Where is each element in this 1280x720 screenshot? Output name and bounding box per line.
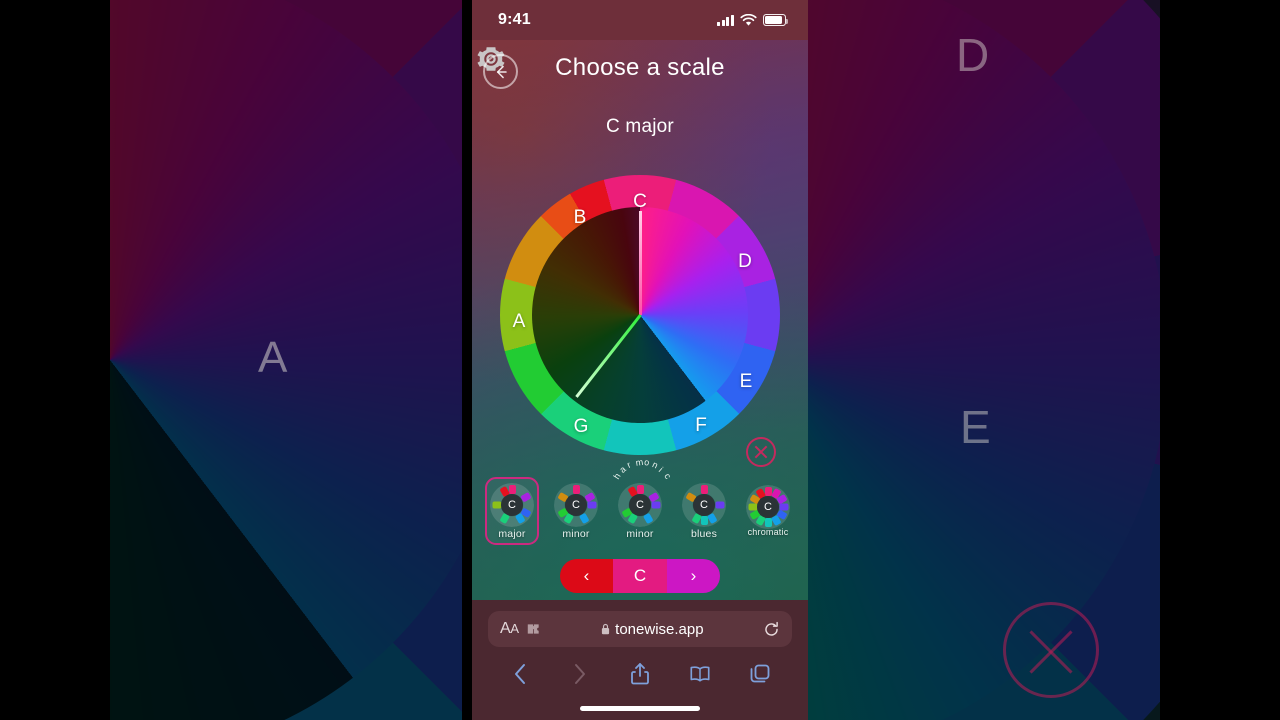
thumbnail-segment [715, 501, 724, 508]
thumbnail-segment [587, 501, 596, 508]
thumbnail-root-label: C [757, 496, 779, 518]
scale-option-chromatic[interactable]: Cchromatic [741, 477, 795, 545]
share-button[interactable] [629, 662, 651, 686]
safari-chrome: AA tonewise.app [472, 600, 808, 720]
thumbnail-segment [764, 518, 772, 527]
thumbnail-root-label: C [693, 493, 715, 516]
thumbnail-root-label: C [501, 493, 523, 516]
share-icon [631, 663, 649, 685]
chevron-right-icon [575, 664, 585, 684]
letterbox-left [0, 0, 110, 720]
note-label-g[interactable]: G [574, 416, 589, 438]
safari-toolbar [472, 653, 808, 695]
scale-option-minor[interactable]: Cminor [549, 477, 603, 545]
url-display[interactable]: tonewise.app [542, 621, 763, 638]
note-label-c[interactable]: C [633, 191, 647, 213]
thumbnail-segment [651, 501, 660, 508]
scale-thumbnail-chromatic: C [746, 485, 790, 529]
current-root-label[interactable]: C [613, 559, 667, 593]
scale-label-top: harmonic [611, 456, 674, 481]
status-bar-time: 9:41 [498, 11, 531, 28]
scale-option-blues[interactable]: Cblues [677, 477, 731, 545]
scale-thumbnail-major: C [490, 482, 534, 527]
home-indicator[interactable] [580, 706, 700, 711]
background-panel-left: A [110, 0, 472, 720]
background-left-wheel [110, 0, 472, 720]
thumbnail-segment [700, 484, 708, 494]
background-right-note-label-e: E [960, 401, 991, 453]
background-close-icon [1003, 602, 1099, 698]
tone-wheel[interactable]: C D E F G A B [488, 163, 792, 467]
scale-option-major[interactable]: Cmajor [485, 477, 539, 545]
reload-icon[interactable] [763, 621, 780, 638]
cellular-signal-icon [717, 14, 734, 26]
current-scale-label: C major [606, 116, 674, 137]
bookmarks-button[interactable] [689, 662, 711, 686]
scale-thumbnail-blues: C [682, 482, 726, 527]
thumbnail-segment [492, 501, 501, 508]
thumbnail-segment [748, 503, 757, 511]
scale-option-harmonic-minor[interactable]: Ch a r m o n i c minor [611, 456, 674, 545]
scale-option-label: major [498, 527, 526, 540]
scale-option-label: blues [690, 527, 718, 540]
thumbnail-root-label: C [565, 493, 587, 516]
book-icon [690, 666, 710, 682]
next-root-button[interactable]: › [667, 559, 720, 593]
background-panel-right: D E [808, 0, 1160, 720]
app-header: Choose a scale [472, 40, 808, 106]
page-title: Choose a scale [555, 54, 725, 81]
puzzle-piece-icon[interactable] [526, 622, 542, 636]
background-left-note-label: A [258, 333, 288, 382]
root-note-selector[interactable]: ‹ C › [560, 559, 720, 593]
prev-root-button[interactable]: ‹ [560, 559, 613, 593]
note-label-a[interactable]: A [513, 311, 526, 333]
scale-option-label: minor [562, 527, 590, 540]
tabs-button[interactable] [749, 662, 771, 686]
wifi-icon [740, 13, 757, 26]
tone-wheel-graphic[interactable] [488, 163, 792, 467]
lock-icon [602, 623, 610, 635]
back-button[interactable] [509, 662, 531, 686]
note-label-e[interactable]: E [740, 371, 753, 393]
background-right-note-label-d: D [956, 29, 990, 81]
scale-thumbnail-minor: C [554, 482, 598, 527]
background-right-wheel [808, 0, 1160, 720]
chevron-left-icon [515, 664, 525, 684]
address-bar[interactable]: AA tonewise.app [488, 611, 792, 647]
letterbox-right [1160, 0, 1280, 720]
phone-bezel-left [462, 0, 472, 720]
thumbnail-segment [572, 484, 580, 494]
scale-selector[interactable]: Cmajor Cminor Ch a r m o n i c minor Cblues Cchromat… [472, 456, 808, 549]
scale-option-label: minor [626, 527, 654, 540]
url-text: tonewise.app [615, 620, 704, 638]
note-label-d[interactable]: D [738, 251, 752, 273]
battery-icon [763, 14, 789, 26]
note-label-f[interactable]: F [695, 415, 707, 437]
text-size-button[interactable]: AA [500, 620, 519, 638]
needle-c [638, 211, 642, 315]
forward-button[interactable] [569, 662, 591, 686]
note-label-b[interactable]: B [574, 207, 587, 229]
phone-screen: 9:41 Choose a scale C major C D E F G A … [472, 0, 808, 720]
tabs-icon [750, 664, 770, 683]
status-bar: 9:41 [472, 0, 808, 40]
screenshot-stage: A D E 9:41 Choose a scale C major C D E … [0, 0, 1280, 720]
close-circle-icon[interactable] [746, 437, 776, 467]
status-bar-indicators [717, 13, 789, 27]
